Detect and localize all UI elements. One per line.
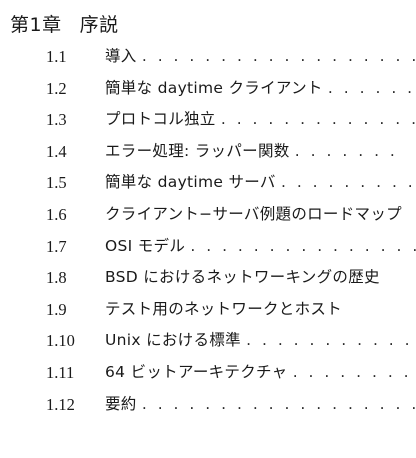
section-title: 64 ビットアーキテクチャ . . . . . . . . . . [105, 357, 416, 389]
toc-page: 第1章 序説 1.1 導入 . . . . . . . . . . . . . … [0, 0, 416, 458]
leader-dots: . . . . . . . [294, 141, 398, 160]
section-title-text: 導入 [105, 47, 137, 65]
section-title-text: 簡単な daytime サーバ [105, 173, 276, 192]
section-title: OSI モデル . . . . . . . . . . . . . . . . … [105, 231, 416, 263]
leader-dots: . . . . . . . . . . [292, 362, 416, 381]
section-number: 1.12 [46, 394, 75, 414]
section-title: Unix における標準 . . . . . . . . . . . . . [105, 325, 416, 357]
toc-entry[interactable]: 1.11 64 ビットアーキテクチャ . . . . . . . . . . [0, 357, 416, 389]
toc-entry[interactable]: 1.10 Unix における標準 . . . . . . . . . . . .… [0, 325, 416, 357]
section-title-text: Unix における標準 [105, 331, 241, 350]
toc-entry[interactable]: 1.7 OSI モデル . . . . . . . . . . . . . . … [0, 231, 416, 263]
chapter-title: 序説 [79, 13, 119, 36]
toc-entry[interactable]: 1.5 簡単な daytime サーバ . . . . . . . . . . … [0, 167, 416, 199]
chapter-number: 第1章 [10, 13, 62, 36]
section-number: 1.9 [46, 299, 67, 319]
section-title-text: 簡単な daytime クライアント [105, 78, 323, 97]
section-title-text: 64 ビットアーキテクチャ [105, 362, 288, 381]
leader-dots: . . . . . . . . . . . . . . . . . . . . [141, 47, 416, 65]
section-number: 1.3 [46, 110, 67, 130]
section-title: 要約 . . . . . . . . . . . . . . . . . . .… [105, 389, 416, 421]
leader-dots: . . . . . . . . . . . . . . . . . . . . [141, 394, 416, 413]
leader-dots: . . . . . . . . . . . . . . . . . . [190, 236, 416, 255]
toc-entry[interactable]: 1.2 簡単な daytime クライアント . . . . . . [0, 73, 416, 105]
section-title-text: OSI モデル [105, 236, 186, 255]
section-title: BSD におけるネットワーキングの歴史 [105, 262, 416, 294]
section-number: 1.10 [46, 331, 75, 351]
toc-entry[interactable]: 1.3 プロトコル独立 . . . . . . . . . . . . . . … [0, 104, 416, 136]
section-title: 簡単な daytime クライアント . . . . . . [105, 73, 416, 105]
toc-entry[interactable]: 1.6 クライアント−サーバ例題のロードマップ [0, 199, 416, 231]
chapter-heading: 第1章 序説 [10, 8, 119, 38]
section-title-text: BSD におけるネットワーキングの歴史 [105, 268, 380, 287]
section-title-text: 要約 [105, 394, 137, 413]
leader-dots: . . . . . . . . . . . [280, 173, 416, 192]
section-title-text: プロトコル独立 [105, 110, 216, 129]
section-title: 簡単な daytime サーバ . . . . . . . . . . . [105, 167, 416, 199]
section-title: プロトコル独立 . . . . . . . . . . . . . . . [105, 104, 416, 136]
section-title: クライアント−サーバ例題のロードマップ [105, 199, 416, 231]
table-of-contents: 1.1 導入 . . . . . . . . . . . . . . . . .… [0, 41, 416, 420]
section-number: 1.7 [46, 236, 67, 256]
section-title: エラー処理: ラッパー関数 . . . . . . . [105, 136, 416, 168]
section-number: 1.11 [46, 362, 75, 382]
toc-entry[interactable]: 1.9 テスト用のネットワークとホスト [0, 294, 416, 326]
toc-entry[interactable]: 1.12 要約 . . . . . . . . . . . . . . . . … [0, 389, 416, 421]
section-number: 1.1 [46, 47, 67, 66]
section-number: 1.2 [46, 78, 67, 98]
toc-entry[interactable]: 1.8 BSD におけるネットワーキングの歴史 [0, 262, 416, 294]
section-title-text: クライアント−サーバ例題のロードマップ [105, 204, 402, 223]
section-number: 1.4 [46, 141, 67, 161]
section-title-text: テスト用のネットワークとホスト [105, 299, 343, 318]
section-title: テスト用のネットワークとホスト [105, 294, 416, 326]
leader-dots: . . . . . . . . . . . . . . . [220, 110, 416, 129]
leader-dots: . . . . . . [327, 78, 416, 97]
leader-dots: . . . . . . . . . . . . . [246, 331, 416, 350]
toc-entry[interactable]: 1.4 エラー処理: ラッパー関数 . . . . . . . [0, 136, 416, 168]
toc-entry[interactable]: 1.1 導入 . . . . . . . . . . . . . . . . .… [0, 41, 416, 73]
section-title-text: エラー処理: ラッパー関数 [105, 141, 290, 160]
section-number: 1.5 [46, 173, 67, 193]
section-number: 1.6 [46, 204, 67, 224]
section-title: 導入 . . . . . . . . . . . . . . . . . . .… [105, 41, 416, 73]
section-number: 1.8 [46, 268, 67, 288]
